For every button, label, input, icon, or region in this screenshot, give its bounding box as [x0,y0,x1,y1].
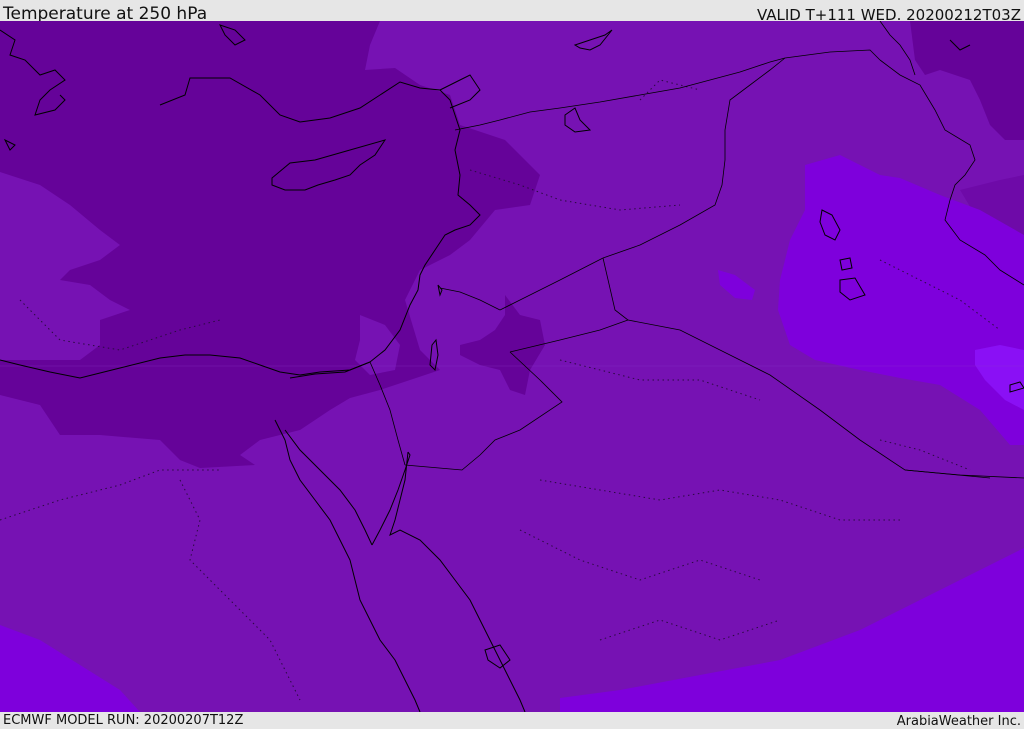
weather-map[interactable] [0,21,1024,712]
model-run: ECMWF MODEL RUN: 20200207T12Z [3,713,244,728]
footer-bar: ECMWF MODEL RUN: 20200207T12Z ArabiaWeat… [0,712,1024,729]
header-bar: Temperature at 250 hPa VALID T+111 WED. … [0,0,1024,24]
credit-text: ArabiaWeather Inc. [896,714,1021,729]
